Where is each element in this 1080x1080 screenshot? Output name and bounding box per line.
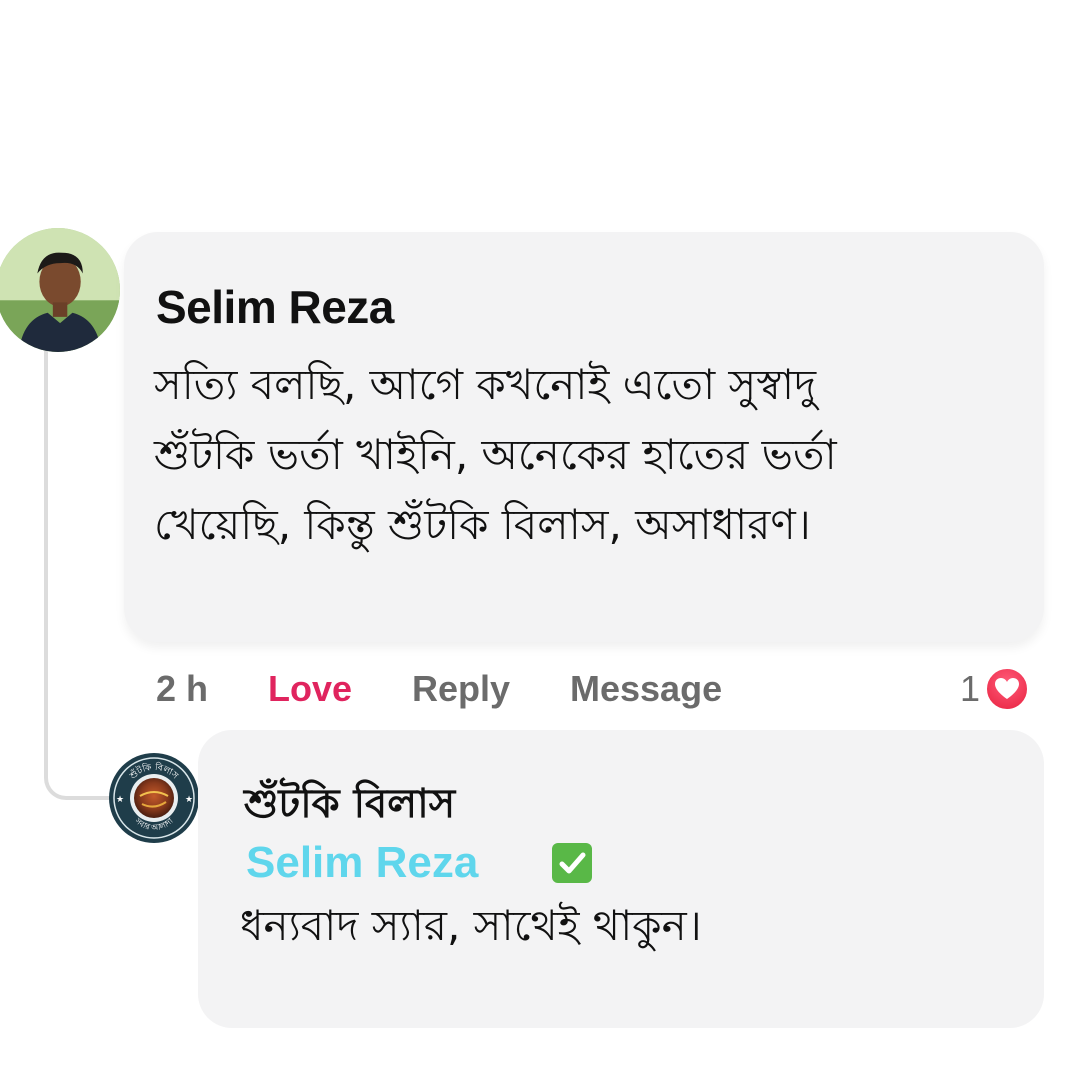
reply-button[interactable]: Reply [412, 668, 510, 710]
comment-line: সত্যি বলছি, আগে কখনোই এতো সুস্বাদু [154, 360, 817, 409]
comment-line: খেয়েছি, কিন্তু শুঁটকি বিলাস, অসাধারণ। [154, 500, 811, 549]
page-logo: শুঁটকি বিলাস সবার আলাদা ★ ★ [109, 753, 199, 843]
love-reaction-button[interactable]: Love [268, 668, 352, 710]
reaction-count: 1 [960, 668, 981, 709]
comment-text: সত্যি বলছি, আগে কখনোই এতো সুস্বাদু শুঁটক… [154, 350, 1034, 560]
page-logo-avatar[interactable]: শুঁটকি বিলাস সবার আলাদা ★ ★ [108, 752, 200, 844]
checkmark-icon [552, 843, 592, 883]
love-heart-icon [984, 666, 1030, 712]
comment-line: শুঁটকি ভর্তা খাইনি, অনেকের হাতের ভর্তা [154, 430, 837, 479]
thread-connector-line [44, 345, 114, 800]
reply-text: ধন্যবাদ স্যার, সাথেই থাকুন। [240, 901, 702, 950]
comment-author-name[interactable]: Selim Reza [156, 280, 394, 334]
svg-text:★: ★ [116, 795, 124, 805]
message-button[interactable]: Message [570, 668, 722, 710]
timestamp[interactable]: 2 h [156, 668, 208, 710]
mention-tag[interactable]: Selim Reza [246, 838, 478, 888]
avatar[interactable] [0, 228, 120, 352]
svg-text:★: ★ [185, 795, 193, 805]
avatar-photo [0, 228, 120, 352]
reply-author-name[interactable]: শুঁটকি বিলাস [244, 772, 455, 839]
